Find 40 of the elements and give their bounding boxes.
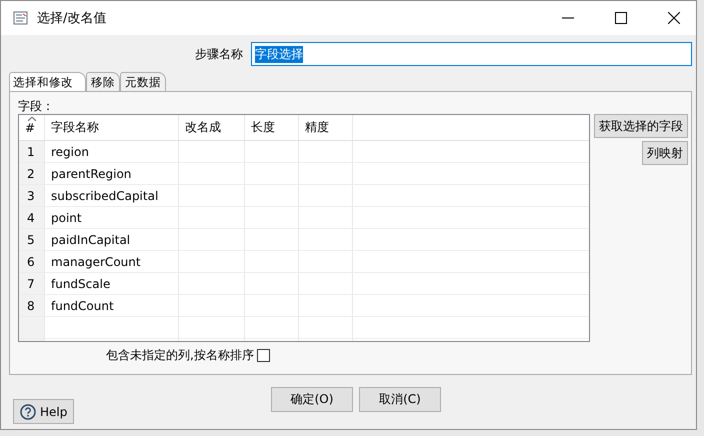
side-button[interactable]: 获取选择的字段: [594, 114, 688, 138]
table-cell[interactable]: managerCount: [45, 251, 179, 272]
side-button[interactable]: 列映射: [642, 141, 688, 165]
fields-label: 字段：: [18, 98, 55, 114]
column-header[interactable]: 精度: [299, 115, 353, 140]
row-number: 1: [19, 141, 45, 162]
close-icon[interactable]: [668, 12, 680, 24]
row-number: 2: [19, 163, 45, 184]
table-cell[interactable]: point: [45, 207, 179, 228]
tab[interactable]: 元数据: [120, 72, 166, 91]
tab[interactable]: 选择和修改: [9, 72, 86, 91]
checkbox[interactable]: [256, 349, 270, 362]
row-number: 6: [19, 251, 45, 272]
column-header[interactable]: 改名成: [179, 115, 245, 140]
table-cell[interactable]: paidInCapital: [45, 229, 179, 250]
table-cell[interactable]: region: [45, 141, 179, 162]
row-number: 4: [19, 207, 45, 228]
column-header[interactable]: #: [19, 115, 45, 140]
row-number: 5: [19, 229, 45, 250]
table-cell[interactable]: parentRegion: [45, 163, 179, 184]
window-title: 选择/改名值: [37, 10, 106, 27]
row-number: 3: [19, 185, 45, 206]
maximize-icon[interactable]: [615, 12, 627, 24]
sort-icon: [28, 117, 36, 121]
column-header[interactable]: 字段名称: [45, 115, 179, 140]
list-icon: [13, 11, 29, 25]
table-cell[interactable]: fundCount: [45, 295, 179, 316]
checkbox-label: 包含未指定的列,按名称排序: [106, 347, 254, 364]
dialog-button[interactable]: 取消(C): [359, 387, 441, 412]
help-icon: [20, 404, 36, 420]
step-name-label: 步骤名称: [194, 46, 244, 62]
table-cell[interactable]: fundScale: [45, 273, 179, 294]
help-button[interactable]: Help: [13, 399, 74, 424]
dialog-button[interactable]: 确定(O): [271, 387, 353, 412]
row-number: 8: [19, 295, 45, 316]
table-cell[interactable]: subscribedCapital: [45, 185, 179, 206]
tab[interactable]: 移除: [86, 72, 120, 91]
row-number: 7: [19, 273, 45, 294]
step-name-field[interactable]: 字段选择: [251, 42, 692, 66]
column-header[interactable]: 长度: [245, 115, 299, 140]
